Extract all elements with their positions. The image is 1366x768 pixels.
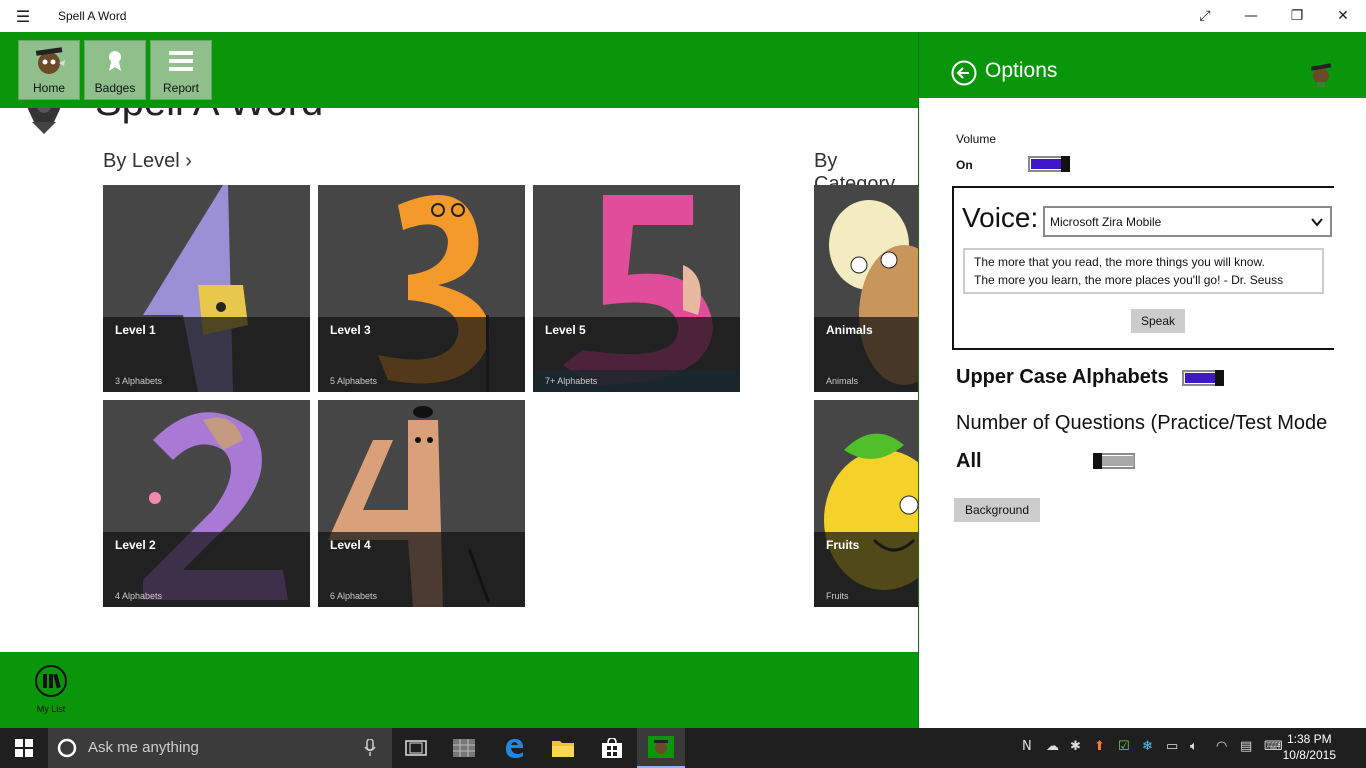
tile-category-animals[interactable]: Animals Animals: [814, 185, 918, 392]
logo-mascot-icon: [27, 108, 61, 134]
fullscreen-icon[interactable]: ⤢: [1182, 0, 1228, 32]
app-grid-icon[interactable]: [440, 728, 488, 768]
microphone-icon[interactable]: [364, 739, 376, 757]
app-title: Spell A Word: [95, 108, 323, 125]
tile-subtitle: 7+ Alphabets: [545, 376, 598, 386]
voice-label: Voice:: [962, 202, 1039, 233]
options-pane: Options Volume On Voice: Microsoft Zira …: [918, 32, 1366, 728]
tile-title: Animals: [826, 323, 873, 337]
uppercase-toggle[interactable]: [1182, 370, 1224, 386]
close-button[interactable]: ✕: [1320, 0, 1366, 32]
tile-level-4[interactable]: Level 4 6 Alphabets: [318, 400, 525, 607]
voice-text-input[interactable]: The more that you read, the more things …: [963, 248, 1324, 294]
clock-date: 10/8/2015: [1282, 748, 1336, 762]
voice-text-line-2: The more you learn, the more places you'…: [974, 273, 1284, 287]
edge-browser-icon[interactable]: [490, 728, 538, 768]
badges-label: Badges: [94, 81, 136, 95]
snowflake-tray-icon[interactable]: ❄: [1142, 739, 1153, 754]
home-label: Home: [32, 81, 65, 95]
checklist-tray-icon[interactable]: ☑: [1118, 739, 1130, 754]
report-list-icon: [169, 41, 193, 81]
upload-tray-icon[interactable]: ⬆: [1094, 739, 1105, 754]
tile-level-2[interactable]: Level 2 4 Alphabets: [103, 400, 310, 607]
tile-level-3[interactable]: Level 3 5 Alphabets: [318, 185, 525, 392]
main-content: Spell A Word By Level › By Category Leve…: [0, 108, 918, 652]
onedrive-tray-icon[interactable]: ☁: [1046, 739, 1059, 754]
window-title: Spell A Word: [58, 9, 127, 23]
tile-level-1[interactable]: Level 1 3 Alphabets: [103, 185, 310, 392]
tile-title: Level 2: [115, 538, 156, 552]
battery-tray-icon[interactable]: ▭: [1166, 739, 1178, 754]
tile-title: Level 5: [545, 323, 586, 337]
task-view-icon[interactable]: [392, 728, 440, 768]
top-app-bar: Home Badges Report: [0, 32, 918, 108]
mascot-avatar-icon: [1310, 63, 1332, 87]
cortana-icon: [57, 738, 77, 758]
badges-button[interactable]: Badges: [84, 40, 146, 100]
chevron-down-icon: [1311, 218, 1323, 227]
tile-level-5[interactable]: Level 5 7+ Alphabets: [533, 185, 740, 392]
options-title: Options: [985, 59, 1058, 82]
tile-subtitle: Animals: [826, 376, 859, 386]
volume-state: On: [956, 158, 973, 172]
volume-label: Volume: [956, 132, 997, 146]
tile-category-fruits[interactable]: Fruits Fruits: [814, 400, 918, 607]
report-button[interactable]: Report: [150, 40, 212, 100]
voice-select[interactable]: Microsoft Zira Mobile: [1043, 206, 1332, 237]
mascot-icon: [29, 41, 69, 81]
pinwheel-tray-icon[interactable]: ✱: [1070, 739, 1081, 754]
start-button[interactable]: [0, 728, 48, 768]
books-icon: [35, 665, 67, 697]
tile-subtitle: 3 Alphabets: [115, 376, 163, 386]
mylist-button[interactable]: My List: [30, 664, 72, 714]
tile-subtitle: Fruits: [826, 591, 849, 601]
hamburger-icon[interactable]: ☰: [0, 0, 46, 32]
tile-subtitle: 4 Alphabets: [115, 591, 163, 601]
windows-logo-icon: [15, 739, 33, 757]
home-button[interactable]: Home: [18, 40, 80, 100]
questions-toggle[interactable]: [1093, 453, 1135, 469]
questions-value: All: [956, 450, 982, 472]
tile-title: Fruits: [826, 538, 860, 552]
system-clock[interactable]: 1:38 PM 10/8/2015: [1283, 731, 1336, 763]
by-level-heading[interactable]: By Level ›: [103, 150, 192, 173]
tile-title: Level 3: [330, 323, 371, 337]
taskbar: Ask me anything N ☁ ✱ ⬆ ☑ ❄ ▭ 🔈︎ ◠ ▤ ⌨ 1…: [0, 728, 1366, 768]
keyboard-tray-icon[interactable]: ⌨: [1264, 739, 1283, 754]
uppercase-label: Upper Case Alphabets: [956, 366, 1169, 388]
report-label: Report: [162, 81, 200, 95]
voice-text-line-1: The more that you read, the more things …: [974, 255, 1265, 269]
file-explorer-icon[interactable]: [539, 728, 587, 768]
voice-selected-value: Microsoft Zira Mobile: [1050, 214, 1162, 229]
volume-tray-icon[interactable]: 🔈︎: [1190, 739, 1198, 754]
tile-subtitle: 6 Alphabets: [330, 591, 378, 601]
speak-button[interactable]: Speak: [1131, 309, 1185, 333]
spell-a-word-taskbar-icon[interactable]: [637, 728, 685, 768]
wifi-tray-icon[interactable]: ◠: [1216, 739, 1227, 754]
minimize-button[interactable]: —: [1228, 0, 1274, 32]
restore-button[interactable]: ❐: [1274, 0, 1320, 32]
bottom-app-bar: My List: [0, 652, 918, 728]
title-bar: ☰ Spell A Word ⤢ — ❐ ✕: [0, 0, 1366, 32]
store-icon[interactable]: [588, 728, 636, 768]
mylist-label: My List: [36, 704, 66, 714]
back-arrow-icon[interactable]: [951, 60, 977, 86]
cortana-search-box[interactable]: Ask me anything: [48, 728, 392, 768]
search-placeholder: Ask me anything: [88, 739, 199, 756]
background-button[interactable]: Background: [954, 498, 1040, 522]
tile-title: Level 4: [330, 538, 371, 552]
tile-subtitle: 5 Alphabets: [330, 376, 378, 386]
voice-section: Voice: Microsoft Zira Mobile The more th…: [952, 186, 1334, 350]
volume-toggle[interactable]: [1028, 156, 1070, 172]
onenote-tray-icon[interactable]: N: [1022, 739, 1032, 754]
badge-icon: [105, 41, 125, 81]
clock-time: 1:38 PM: [1286, 732, 1332, 746]
questions-label: Number of Questions (Practice/Test Mode: [956, 412, 1328, 434]
tile-title: Level 1: [115, 323, 156, 337]
action-center-icon[interactable]: ▤: [1240, 739, 1252, 754]
options-header: Options: [919, 32, 1366, 98]
